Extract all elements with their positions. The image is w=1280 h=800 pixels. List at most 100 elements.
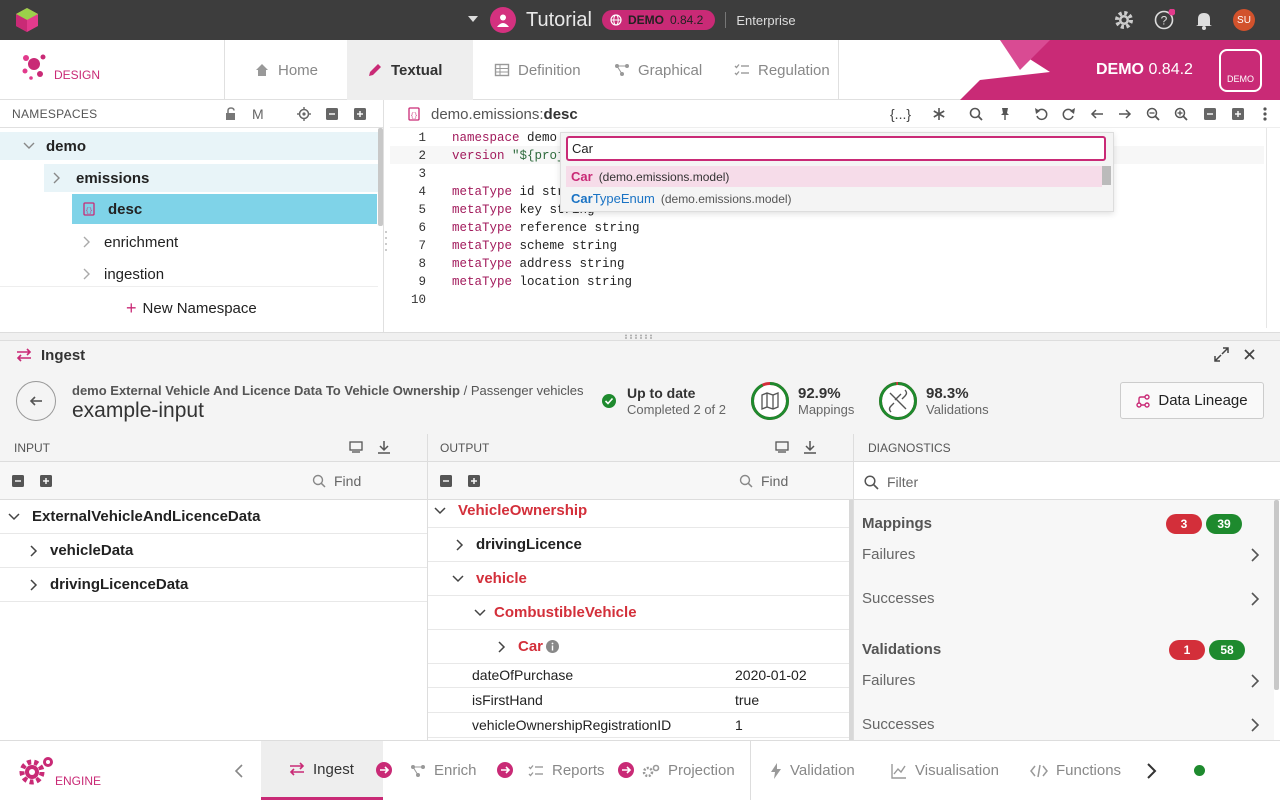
autocomplete-item[interactable]: Car (demo.emissions.model) (566, 166, 1102, 187)
back-button[interactable] (16, 381, 56, 421)
tree-node[interactable]: drivingLicence (428, 528, 849, 562)
chevron-right-icon (1251, 591, 1260, 606)
env-name: DEMO (627, 13, 664, 27)
tree-node[interactable]: vehicleData (0, 534, 427, 568)
collapse-all-icon[interactable] (440, 475, 452, 487)
tree-node[interactable]: Car (428, 630, 849, 664)
row-label: Failures (862, 672, 916, 689)
node-label: vehicleData (50, 542, 134, 559)
scrollbar[interactable] (1274, 500, 1279, 690)
chevron-right-icon (30, 544, 38, 557)
scroll-right-icon[interactable] (1146, 763, 1158, 779)
vertical-splitter[interactable] (384, 128, 388, 328)
tree-node[interactable]: vehicle (428, 562, 849, 596)
tab-functions[interactable]: Functions (1030, 741, 1121, 800)
tab-graphical[interactable]: Graphical (594, 40, 722, 100)
tree-node-root[interactable]: VehicleOwnership (428, 494, 849, 528)
m-button[interactable]: M (252, 106, 264, 122)
code-line: 4 metaType id str (396, 183, 564, 201)
tree-node-desc[interactable]: {} desc (72, 194, 377, 224)
expand-all-icon[interactable] (40, 475, 52, 487)
mappings-successes-row[interactable]: Successes (862, 590, 1260, 607)
arrow-right-icon[interactable] (1118, 107, 1132, 121)
lock-icon[interactable] (224, 107, 238, 121)
view-icon[interactable] (349, 441, 363, 453)
success-count-badge: 39 (1206, 514, 1242, 534)
expand-icon[interactable] (1214, 347, 1229, 362)
app-logo-icon[interactable] (16, 8, 38, 32)
download-icon[interactable] (803, 440, 817, 454)
mappings-failures-row[interactable]: Failures (862, 546, 1260, 563)
value-row[interactable]: isFirstHand true (428, 688, 849, 713)
redo-icon[interactable] (1062, 107, 1076, 121)
tab-visualisation[interactable]: Visualisation (891, 741, 999, 800)
autocomplete-item[interactable]: Car TypeEnum (demo.emissions.model) (566, 188, 1102, 209)
scroll-left-icon[interactable] (234, 764, 244, 778)
filter-input[interactable]: Filter (864, 474, 918, 490)
info-icon[interactable] (546, 640, 560, 653)
tab-projection[interactable]: Projection (642, 741, 735, 800)
project-selector[interactable]: Tutorial DEMO 0.84.2 Enterprise (490, 0, 796, 40)
download-icon[interactable] (377, 440, 391, 454)
autocomplete-scrollbar[interactable] (1102, 166, 1111, 185)
expand-all-icon[interactable] (354, 108, 366, 120)
arrow-left-icon (29, 396, 42, 406)
tab-home[interactable]: Home (234, 40, 338, 100)
close-icon[interactable] (1243, 348, 1256, 361)
tab-textual[interactable]: Textual (347, 40, 473, 100)
fold-all-icon[interactable] (1204, 108, 1216, 120)
item-namespace: (demo.emissions.model) (660, 191, 792, 206)
tab-reports[interactable]: Reports (528, 741, 605, 800)
output-find[interactable]: Find (739, 473, 788, 489)
search-icon[interactable] (969, 107, 983, 121)
validations-failures-row[interactable]: Failures (862, 672, 1260, 689)
notifications-bell-icon[interactable] (1193, 9, 1215, 31)
autocomplete-input[interactable]: Car (566, 136, 1106, 161)
expand-all-icon[interactable] (468, 475, 480, 487)
editor-path: demo.emissions:desc (431, 106, 578, 123)
tab-validation[interactable]: Validation (770, 741, 855, 800)
tree-node-root[interactable]: ExternalVehicleAndLicenceData (0, 500, 427, 534)
tab-label: Regulation (758, 61, 830, 79)
locate-icon[interactable] (297, 107, 311, 121)
tab-ingest[interactable]: Ingest (261, 741, 383, 800)
input-find[interactable]: Find (312, 473, 361, 489)
format-button[interactable]: {...} (890, 106, 911, 122)
undo-icon[interactable] (1034, 107, 1048, 121)
tree-node-enrichment[interactable]: enrichment (76, 228, 178, 256)
new-namespace-button[interactable]: + New Namespace (126, 298, 257, 319)
value-row[interactable]: vehicleOwnershipRegistrationID 1 (428, 713, 849, 738)
collapse-all-icon[interactable] (326, 108, 338, 120)
tab-label: Definition (518, 61, 581, 79)
env-badge-logo: DEMO (1219, 49, 1262, 92)
settings-gear-icon[interactable] (1113, 9, 1135, 31)
collapse-all-icon[interactable] (12, 475, 24, 487)
tree-node-demo[interactable]: demo (0, 132, 378, 160)
tree-node-ingestion[interactable]: ingestion (76, 260, 164, 288)
tab-enrich[interactable]: Enrich (410, 741, 477, 800)
zoom-in-icon[interactable] (1174, 107, 1188, 121)
asterisk-icon[interactable] (932, 107, 946, 121)
user-avatar[interactable]: SU (1233, 9, 1255, 31)
scrollbar[interactable] (378, 128, 383, 226)
arrow-left-icon[interactable] (1090, 107, 1104, 121)
more-vertical-icon[interactable] (1262, 106, 1268, 122)
tab-regulation[interactable]: Regulation (714, 40, 850, 100)
view-icon[interactable] (775, 441, 789, 453)
help-icon[interactable]: ? (1153, 9, 1175, 31)
zoom-out-icon[interactable] (1146, 107, 1160, 121)
tree-node[interactable]: CombustibleVehicle (428, 596, 849, 630)
unfold-all-icon[interactable] (1232, 108, 1244, 120)
project-dropdown-icon[interactable] (468, 16, 478, 23)
tab-definition[interactable]: Definition (474, 40, 601, 100)
pin-icon[interactable] (998, 107, 1012, 121)
value-row[interactable]: dateOfPurchase 2020-01-02 (428, 663, 849, 688)
data-lineage-button[interactable]: Data Lineage (1120, 382, 1264, 419)
mappings-section-title: Mappings (862, 515, 932, 532)
drag-handle-icon[interactable] (624, 334, 656, 339)
editor-ruler (1266, 128, 1267, 328)
tree-node[interactable]: drivingLicenceData (0, 568, 427, 602)
tree-node-emissions[interactable]: emissions (44, 164, 378, 192)
breadcrumb-main[interactable]: demo External Vehicle And Licence Data T… (72, 383, 460, 398)
validations-successes-row[interactable]: Successes (862, 716, 1260, 733)
